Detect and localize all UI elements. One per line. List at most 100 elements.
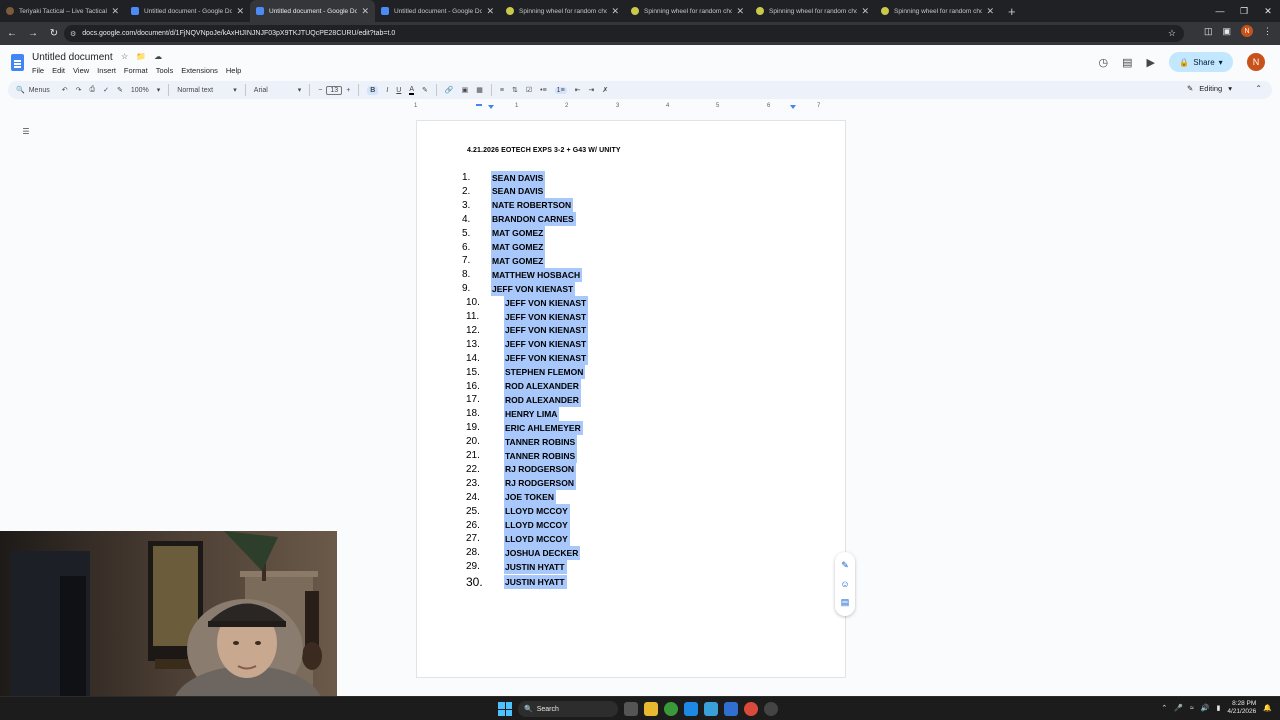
file-explorer-icon[interactable] [644,702,658,716]
browser-tab[interactable]: Spinning wheel for random choic...✕ [875,0,1000,22]
list-item[interactable]: 29. JUSTIN HYATT [417,559,845,574]
close-tab-icon[interactable]: ✕ [611,6,619,17]
list-item[interactable]: 6. MAT GOMEZ [417,240,845,254]
suggest-edits-icon[interactable]: ▤ [841,597,850,608]
new-tab-icon[interactable]: + [1008,4,1016,19]
list-item[interactable]: 28. JOSHUA DECKER [417,545,845,560]
bookmark-star-icon[interactable]: ☆ [1168,28,1176,39]
list-item[interactable]: 16. ROD ALEXANDER [417,379,845,393]
clock[interactable]: 8:28 PM 4/21/2026 [1227,700,1256,716]
list-item[interactable]: 30. JUSTIN HYATT [417,575,845,590]
close-tab-icon[interactable]: ✕ [361,6,369,17]
redo-icon[interactable]: ↷ [76,86,82,94]
text-color-icon[interactable]: A [409,86,415,95]
chrome-profile-icon[interactable] [744,702,758,716]
list-item[interactable]: 14. JEFF VON KIENAST [417,351,845,366]
list-item[interactable]: 3. NATE ROBERTSON [417,198,845,213]
bold-icon[interactable]: B [367,85,379,95]
menus-search[interactable]: 🔍 Menus [16,86,50,95]
version-history-icon[interactable]: ◷ [1099,56,1109,69]
edge-icon[interactable] [684,702,698,716]
decrease-font-icon[interactable]: − [318,87,322,94]
underline-icon[interactable]: U [396,87,401,94]
chevron-down-icon[interactable]: ▾ [233,86,237,94]
align-icon[interactable]: ≡ [500,87,504,94]
extensions-icon[interactable]: ◫ [1204,26,1213,37]
add-comment-icon[interactable]: ▣ [462,86,469,94]
undo-icon[interactable]: ↶ [62,86,68,94]
volume-icon[interactable]: 🔊 [1201,704,1210,712]
document-outline-icon[interactable]: ☰ [18,123,34,139]
browser-menu-icon[interactable]: ⋮ [1263,26,1272,37]
list-item[interactable]: 17. ROD ALEXANDER [417,392,845,407]
wifi-icon[interactable]: ≈ [1190,705,1194,712]
numbered-list-icon[interactable]: 1≡ [554,86,567,94]
list-item[interactable]: 23. RJ RODGERSON [417,476,845,491]
vertical-ruler[interactable] [0,112,10,522]
close-tab-icon[interactable]: ✕ [236,6,244,17]
checklist-icon[interactable]: ☑ [526,86,532,94]
emoji-reaction-icon[interactable]: ☺ [840,579,849,589]
mail-icon[interactable] [704,702,718,716]
chevron-down-icon[interactable]: ▾ [157,86,161,94]
chevron-down-icon[interactable]: ▾ [298,86,302,94]
show-hidden-icons-icon[interactable]: ⌃ [1161,704,1167,712]
browser-tab[interactable]: Untitled document - Google Docs ✕ [125,0,250,22]
browser-tab[interactable]: Spinning wheel for random choic...✕ [750,0,875,22]
browser-tab[interactable]: Teriyaki Tactical – Live Tactical We... ✕ [0,0,125,22]
highlight-icon[interactable]: ✎ [422,86,428,94]
list-item[interactable]: 12. JEFF VON KIENAST [417,323,845,338]
share-dropdown-icon[interactable]: ▾ [1219,58,1223,67]
font-size-input[interactable]: 13 [326,85,343,95]
task-view-icon[interactable] [624,702,638,716]
add-comment-icon[interactable]: ✎ [841,560,849,571]
list-item[interactable]: 26. LLOYD MCCOY [417,518,845,532]
browser-profile-avatar[interactable]: N [1241,25,1253,37]
list-item[interactable]: 10. JEFF VON KIENAST [417,295,845,310]
list-item[interactable]: 21. TANNER ROBINS [417,448,845,463]
list-item[interactable]: 1. SEAN DAVIS [417,170,845,185]
collapse-menus-icon[interactable]: ⌃ [1255,84,1262,93]
menu-format[interactable]: Format [124,66,148,75]
list-item[interactable]: 8. MATTHEW HOSBACH [417,267,845,282]
share-button[interactable]: 🔒 Share ▾ [1169,52,1233,72]
left-indent-marker[interactable] [488,105,494,109]
menu-view[interactable]: View [73,66,89,75]
close-tab-icon[interactable]: ✕ [986,6,994,17]
font-select[interactable]: Arial [254,87,290,94]
list-item[interactable]: 25. LLOYD MCCOY [417,504,845,519]
restore-icon[interactable]: ❐ [1232,6,1256,17]
menu-insert[interactable]: Insert [97,66,116,75]
decrease-indent-icon[interactable]: ⇤ [575,86,581,94]
minimize-icon[interactable]: — [1208,6,1232,16]
taskbar-search[interactable]: 🔍 Search [518,701,618,717]
forward-icon[interactable]: → [24,28,42,39]
list-item[interactable]: 18. HENRY LIMA [417,406,845,421]
notifications-icon[interactable]: 🔔 [1263,704,1272,712]
close-tab-icon[interactable]: ✕ [861,6,869,17]
list-item[interactable]: 2. SEAN DAVIS [417,184,845,199]
list-item[interactable]: 9. JEFF VON KIENAST [417,281,845,296]
move-folder-icon[interactable]: 📁 [136,52,146,61]
microphone-icon[interactable]: 🎤 [1174,704,1183,712]
menu-tools[interactable]: Tools [156,66,174,75]
menu-file[interactable]: File [32,66,44,75]
cloud-saved-icon[interactable]: ☁ [154,52,162,61]
right-indent-marker[interactable] [790,105,796,109]
editing-mode-select[interactable]: ✎ Editing ▾ [1187,84,1232,93]
split-view-icon[interactable]: ▣ [1222,26,1231,37]
app-icon[interactable] [764,702,778,716]
docs-logo-icon[interactable] [11,54,24,71]
list-item[interactable]: 5. MAT GOMEZ [417,226,845,241]
site-info-icon[interactable]: ⚙ [70,30,76,38]
menu-extensions[interactable]: Extensions [181,66,218,75]
reload-icon[interactable]: ↻ [45,28,63,39]
close-tab-icon[interactable]: ✕ [111,6,119,17]
star-icon[interactable]: ☆ [121,52,128,61]
start-icon[interactable] [498,702,512,716]
document-title[interactable]: Untitled document [32,52,113,63]
browser-tab[interactable]: Untitled document - Google Docs ✕ [375,0,500,22]
italic-icon[interactable]: I [386,87,388,94]
list-item[interactable]: 20. TANNER ROBINS [417,434,845,449]
close-window-icon[interactable]: ✕ [1256,6,1280,17]
